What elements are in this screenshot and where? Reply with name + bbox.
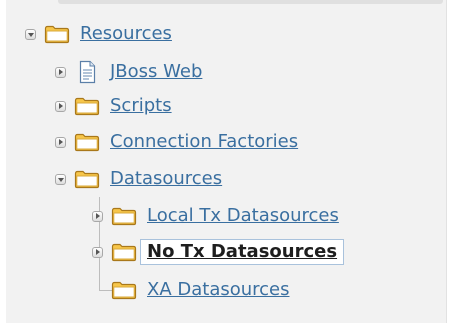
folder-icon: [111, 281, 137, 300]
tree-node-label[interactable]: Local Tx Datasources: [147, 205, 339, 227]
folder-icon: [74, 133, 100, 152]
chevron-right-icon: [96, 249, 100, 255]
tree-node-label[interactable]: Scripts: [110, 95, 172, 117]
folder-icon: [111, 243, 137, 262]
tree-node-resources[interactable]: Resources: [25, 19, 172, 49]
tree-node-label-selected[interactable]: No Tx Datasources: [140, 239, 345, 265]
collapse-toggle[interactable]: [25, 28, 36, 40]
tree-node-label[interactable]: Connection Factories: [110, 131, 298, 153]
tree-node-label[interactable]: JBoss Web: [110, 61, 202, 83]
tree-node-no-tx-datasources[interactable]: No Tx Datasources: [92, 237, 345, 267]
folder-icon: [74, 170, 100, 189]
expand-toggle[interactable]: [55, 66, 66, 78]
tree-node-jboss-web[interactable]: JBoss Web: [55, 57, 202, 87]
chevron-down-icon: [27, 32, 34, 37]
chevron-down-icon: [57, 177, 64, 182]
expand-toggle[interactable]: [92, 210, 103, 222]
chevron-right-icon: [59, 103, 63, 109]
chevron-right-icon: [59, 139, 63, 145]
expand-toggle[interactable]: [92, 246, 103, 258]
chevron-right-icon: [96, 213, 100, 219]
tree-node-label[interactable]: Datasources: [110, 168, 222, 190]
folder-icon: [111, 207, 137, 226]
tree-node-datasources[interactable]: Datasources: [55, 164, 222, 194]
tree-node-connection-factories[interactable]: Connection Factories: [55, 127, 298, 157]
expand-toggle[interactable]: [55, 100, 66, 112]
tree-node-label[interactable]: XA Datasources: [147, 279, 290, 301]
expand-toggle[interactable]: [55, 136, 66, 148]
collapse-toggle[interactable]: [55, 173, 66, 185]
resource-tree: Resources JBoss Web Scripts Connection F…: [0, 0, 451, 331]
tree-node-scripts[interactable]: Scripts: [55, 91, 172, 121]
document-icon: [79, 60, 96, 84]
folder-icon: [74, 97, 100, 116]
chevron-right-icon: [59, 69, 63, 75]
tree-node-label[interactable]: Resources: [80, 23, 172, 45]
tree-node-local-tx-datasources[interactable]: Local Tx Datasources: [92, 201, 339, 231]
folder-icon: [44, 25, 70, 44]
tree-node-xa-datasources[interactable]: XA Datasources: [92, 275, 290, 305]
